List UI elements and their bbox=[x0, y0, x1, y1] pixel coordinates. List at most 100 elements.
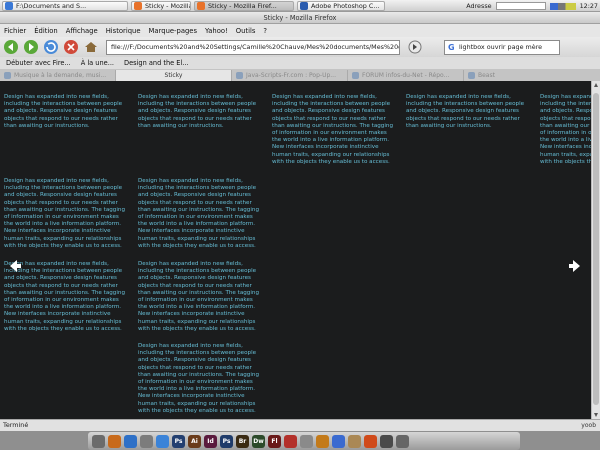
taskbar-item-firefox-1[interactable]: Sticky - Mozilla Firef... bbox=[131, 0, 191, 11]
status-bar: Terminé yoob bbox=[0, 419, 600, 431]
home-button[interactable] bbox=[82, 38, 100, 56]
dock-app-icon[interactable]: Dw bbox=[252, 434, 265, 448]
taskbar-item-photoshop[interactable]: Adobe Photoshop C... bbox=[297, 0, 385, 11]
dock-app-icon[interactable] bbox=[332, 434, 345, 448]
tab-label: Sticky bbox=[164, 72, 183, 79]
dock-app-icon[interactable] bbox=[156, 434, 169, 448]
menu-marque-pages[interactable]: Marque-pages bbox=[149, 27, 197, 35]
taskbar-item-label: Sticky - Mozilla Firef... bbox=[145, 1, 191, 10]
menu-affichage[interactable]: Affichage bbox=[66, 27, 98, 35]
window-title: Sticky - Mozilla Firefox bbox=[0, 12, 600, 24]
taskbar: F:\Documents and S... Sticky - Mozilla F… bbox=[0, 0, 600, 12]
menu-bar: Fichier Édition Affichage Historique Mar… bbox=[0, 24, 600, 37]
search-input[interactable]: G lightbox ouvrir page mère bbox=[444, 39, 560, 55]
status-text: Terminé bbox=[3, 421, 29, 429]
dock-app-icon[interactable]: Ai bbox=[188, 434, 201, 448]
tab-label: Java-Scripts-Fr.com : Pop-Up... bbox=[246, 72, 336, 79]
scroll-up-icon[interactable] bbox=[594, 83, 598, 87]
text-block: Design has expanded into new fields, inc… bbox=[4, 178, 126, 249]
tab-label: Beast bbox=[478, 72, 495, 79]
dock-app-icon[interactable] bbox=[300, 434, 313, 448]
text-block: Design has expanded into new fields, inc… bbox=[272, 94, 394, 165]
forward-button[interactable] bbox=[22, 38, 40, 56]
menu-edition[interactable]: Édition bbox=[34, 27, 58, 35]
dock-app-icon[interactable] bbox=[284, 434, 297, 448]
dock-app-icon[interactable] bbox=[348, 434, 361, 448]
address-label: Adresse bbox=[466, 2, 492, 10]
favicon-icon bbox=[236, 72, 243, 79]
text-block: Design has expanded into new fields, inc… bbox=[406, 94, 525, 129]
reload-button[interactable] bbox=[42, 38, 60, 56]
taskbar-item-explorer[interactable]: F:\Documents and S... bbox=[2, 0, 128, 11]
dock-app-icon[interactable]: Ps bbox=[220, 434, 233, 448]
taskbar-item-firefox-2[interactable]: Sticky - Mozilla Firef... bbox=[194, 0, 294, 11]
go-arrow-icon bbox=[408, 40, 422, 54]
bookmark-a-la-une[interactable]: À la une... bbox=[81, 59, 114, 67]
tray-icons bbox=[549, 2, 576, 10]
menu-outils[interactable]: Outils bbox=[236, 27, 256, 35]
menu-help[interactable]: ? bbox=[263, 27, 267, 35]
dock: Ps Ai Id Ps Br Dw Fl bbox=[0, 431, 600, 450]
dock-app-icon[interactable]: Ps bbox=[172, 434, 185, 448]
dock-app-icon[interactable] bbox=[92, 434, 105, 448]
favicon-icon bbox=[352, 72, 359, 79]
menu-historique[interactable]: Historique bbox=[106, 27, 141, 35]
scroll-thumb[interactable] bbox=[593, 93, 599, 405]
tab-sticky[interactable]: Sticky bbox=[116, 70, 232, 81]
dock-app-icon[interactable] bbox=[124, 434, 137, 448]
url-text: file:///F:/Documents%20and%20Settings/Ca… bbox=[111, 42, 400, 51]
tab-forum[interactable]: FORUM infos-du-Net - Répo... bbox=[348, 70, 464, 81]
dock-app-icon[interactable]: Br bbox=[236, 434, 249, 448]
favicon-icon bbox=[468, 72, 475, 79]
taskbar-item-label: Sticky - Mozilla Firef... bbox=[208, 1, 277, 10]
address-input[interactable] bbox=[495, 2, 546, 10]
firefox-icon bbox=[134, 1, 142, 10]
dock-shelf: Ps Ai Id Ps Br Dw Fl bbox=[88, 432, 520, 450]
favicon-icon bbox=[4, 72, 11, 79]
text-block: Design has expanded into new fields, inc… bbox=[138, 178, 260, 249]
url-bar[interactable]: file:///F:/Documents%20and%20Settings/Ca… bbox=[106, 39, 400, 55]
taskbar-tray: Adresse 12:27 bbox=[466, 0, 598, 12]
clock: 12:27 bbox=[579, 2, 598, 10]
go-button[interactable] bbox=[406, 38, 424, 56]
bookmark-debuter[interactable]: Débuter avec Fire... bbox=[6, 59, 71, 67]
next-arrow-button[interactable] bbox=[566, 257, 584, 275]
tab-label: FORUM infos-du-Net - Répo... bbox=[362, 72, 450, 79]
menu-fichier[interactable]: Fichier bbox=[4, 27, 26, 35]
tab-strip: Musique à la demande, musi... Sticky Jav… bbox=[0, 69, 600, 81]
text-block: Design has expanded into new fields, inc… bbox=[4, 94, 123, 129]
reload-icon bbox=[44, 40, 58, 54]
tab-label: Musique à la demande, musi... bbox=[14, 72, 107, 79]
scroll-down-icon[interactable] bbox=[594, 413, 598, 417]
text-block: Design has expanded into new fields, inc… bbox=[138, 94, 257, 129]
dock-app-icon[interactable]: Fl bbox=[268, 434, 281, 448]
dock-app-icon[interactable] bbox=[396, 434, 409, 448]
navigation-toolbar: file:///F:/Documents%20and%20Settings/Ca… bbox=[0, 37, 600, 57]
home-icon bbox=[85, 42, 97, 52]
photoshop-icon bbox=[300, 1, 308, 10]
dock-app-icon[interactable] bbox=[140, 434, 153, 448]
arrow-right-icon bbox=[569, 260, 580, 272]
bookmarks-bar: Débuter avec Fire... À la une... Design … bbox=[0, 57, 600, 69]
stop-button[interactable] bbox=[62, 38, 80, 56]
tab-java-scripts[interactable]: Java-Scripts-Fr.com : Pop-Up... bbox=[232, 70, 348, 81]
tab-musique[interactable]: Musique à la demande, musi... bbox=[0, 70, 116, 81]
folder-icon bbox=[5, 1, 13, 10]
dock-app-icon[interactable] bbox=[316, 434, 329, 448]
back-button[interactable] bbox=[2, 38, 20, 56]
vertical-scrollbar[interactable] bbox=[591, 81, 600, 419]
dock-app-icon[interactable] bbox=[108, 434, 121, 448]
bookmark-design[interactable]: Design and the El... bbox=[124, 59, 189, 67]
previous-arrow-button[interactable] bbox=[6, 257, 24, 275]
taskbar-item-label: F:\Documents and S... bbox=[16, 1, 87, 10]
dock-app-icon[interactable] bbox=[380, 434, 393, 448]
stop-icon bbox=[64, 40, 78, 54]
status-addon[interactable]: yoob bbox=[581, 420, 596, 431]
forward-arrow-icon bbox=[24, 40, 38, 54]
dock-app-icon[interactable] bbox=[364, 434, 377, 448]
menu-yahoo[interactable]: Yahoo! bbox=[205, 27, 228, 35]
dock-app-icon[interactable]: Id bbox=[204, 434, 217, 448]
arrow-left-icon bbox=[10, 260, 21, 272]
tab-beast[interactable]: Beast bbox=[464, 70, 592, 81]
page-content: Design has expanded into new fields, inc… bbox=[0, 81, 591, 419]
